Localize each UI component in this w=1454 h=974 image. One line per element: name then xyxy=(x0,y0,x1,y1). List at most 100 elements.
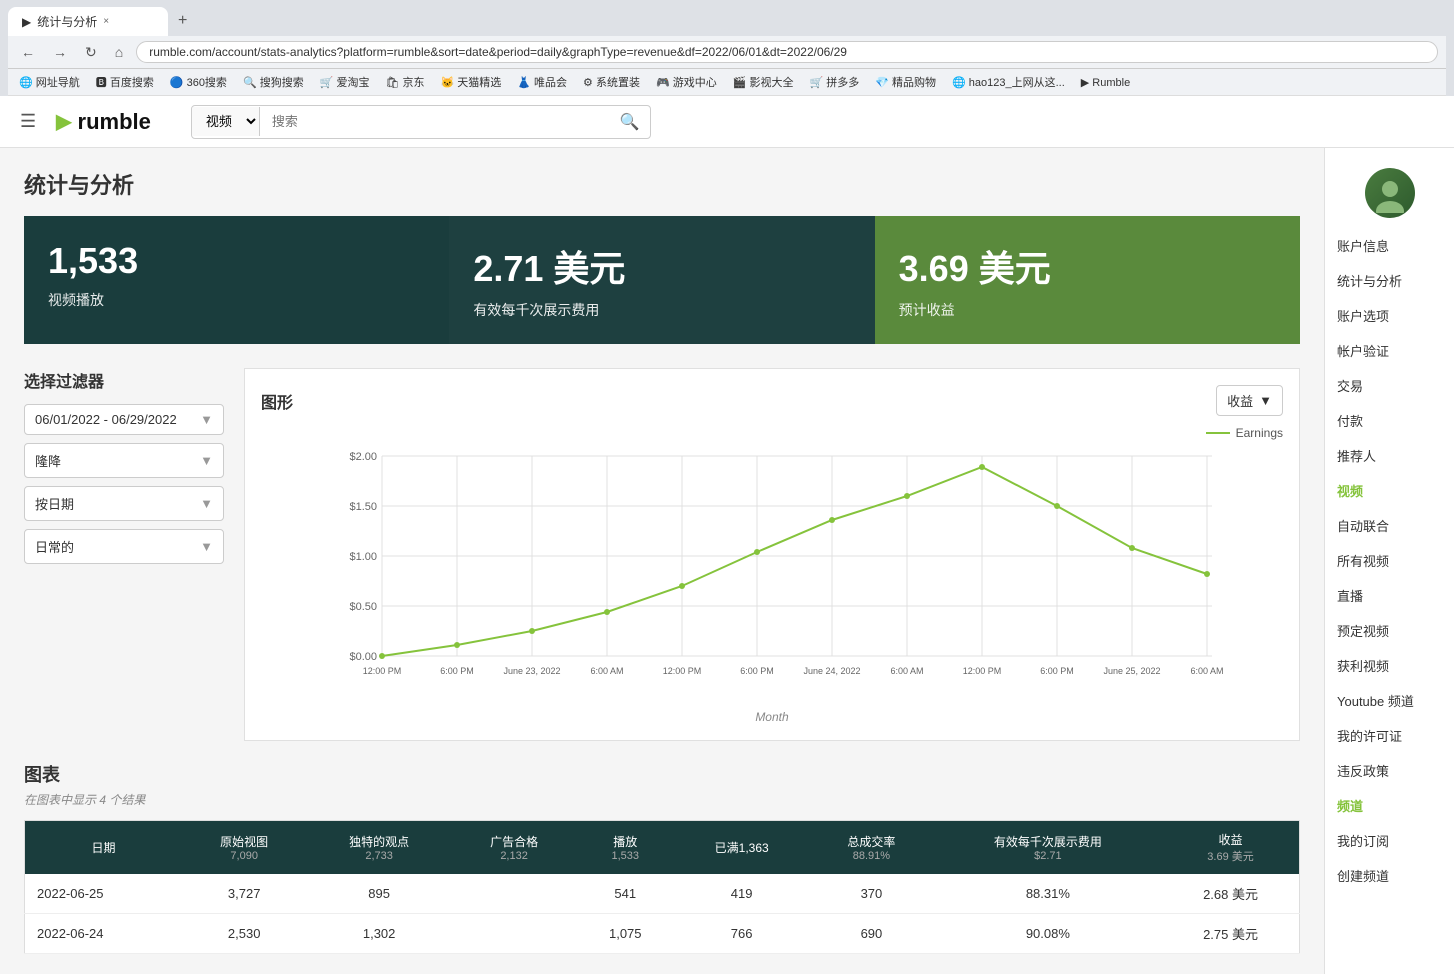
bookmark-jd[interactable]: 🛍 京东 xyxy=(382,73,427,91)
bookmark-movies[interactable]: 🎬 影视大全 xyxy=(730,73,797,91)
sidebar-item-livestream[interactable]: 直播 xyxy=(1325,578,1454,613)
stat-cards: 1,533 视频播放 2.71 美元 有效每千次展示费用 3.69 美元 预计收… xyxy=(24,216,1300,344)
logo[interactable]: ▶ rumble xyxy=(56,109,151,135)
sort-value: 按日期 xyxy=(35,494,74,513)
platform-filter[interactable]: 隆降 ▼ xyxy=(24,443,224,478)
forward-btn[interactable]: → xyxy=(48,42,72,62)
search-category-select[interactable]: 视频 xyxy=(192,107,260,136)
col-header-revenue: 收益 3.69 美元 xyxy=(1162,821,1299,875)
sidebar-item-policy[interactable]: 违反政策 xyxy=(1325,753,1454,788)
svg-text:6:00 PM: 6:00 PM xyxy=(1040,666,1074,676)
table-body: 2022-06-25 3,727 895 541 419 370 88.31% … xyxy=(25,874,1300,954)
sidebar-item-licenses[interactable]: 我的许可证 xyxy=(1325,718,1454,753)
bookmark-games[interactable]: 🎮 游戏中心 xyxy=(653,73,720,91)
row1-ecpm: 2.68 美元 xyxy=(1162,874,1299,914)
row1-fill-rate: 370 xyxy=(809,874,934,914)
chart-title: 图形 xyxy=(261,389,293,413)
table-subtitle: 在图表中显示 4 个结果 xyxy=(24,791,1300,808)
page-title: 统计与分析 xyxy=(24,168,1300,200)
new-tab-btn[interactable]: + xyxy=(168,6,197,36)
table-title: 图表 xyxy=(24,761,1300,787)
sidebar-item-videos[interactable]: 视频 xyxy=(1325,473,1454,508)
sidebar-item-channel[interactable]: 频道 xyxy=(1325,788,1454,823)
url-input[interactable]: rumble.com/account/stats-analytics?platf… xyxy=(136,41,1438,63)
page-wrapper: 统计与分析 1,533 视频播放 2.71 美元 有效每千次展示费用 3.69 … xyxy=(0,148,1454,974)
sidebar-item-account-verify[interactable]: 帐户验证 xyxy=(1325,333,1454,368)
logo-icon: ▶ xyxy=(56,109,71,134)
bookmark-360[interactable]: 🔵 360搜索 xyxy=(167,73,230,91)
stat-card-revenue: 3.69 美元 预计收益 xyxy=(875,216,1300,344)
bookmark-nav[interactable]: 🌐 网址导航 xyxy=(16,73,83,91)
chart-type-select[interactable]: 收益 ▼ xyxy=(1216,385,1283,416)
bookmark-hao123[interactable]: 🌐 hao123_上网从这... xyxy=(949,73,1068,91)
back-btn[interactable]: ← xyxy=(16,42,40,62)
bookmark-pdd[interactable]: 🛒 拼多多 xyxy=(806,73,862,91)
sidebar-item-account-options[interactable]: 账户选项 xyxy=(1325,298,1454,333)
search-button[interactable]: 🔍 xyxy=(610,106,650,138)
sidebar-item-scheduled[interactable]: 预定视频 xyxy=(1325,613,1454,648)
svg-text:6:00 PM: 6:00 PM xyxy=(440,666,474,676)
bookmark-tmall[interactable]: 🐱 天猫精选 xyxy=(438,73,505,91)
chart-legend: Earnings xyxy=(261,426,1283,440)
bookmark-shop[interactable]: 💎 精品购物 xyxy=(872,73,939,91)
sort-filter[interactable]: 按日期 ▼ xyxy=(24,486,224,521)
svg-text:12:00 PM: 12:00 PM xyxy=(663,666,702,676)
sidebar-item-payments[interactable]: 付款 xyxy=(1325,403,1454,438)
svg-text:6:00 AM: 6:00 AM xyxy=(890,666,923,676)
sidebar-item-stats[interactable]: 统计与分析 xyxy=(1325,263,1454,298)
stat-card-ecpm: 2.71 美元 有效每千次展示费用 xyxy=(449,216,874,344)
right-sidebar: 账户信息 统计与分析 账户选项 帐户验证 交易 付款 推荐人 视频 自动联合 所… xyxy=(1324,148,1454,974)
sidebar-item-create-channel[interactable]: 创建频道 xyxy=(1325,858,1454,893)
date-range-filter[interactable]: 06/01/2022 - 06/29/2022 ▼ xyxy=(24,404,224,435)
stat-views-value: 1,533 xyxy=(48,240,425,282)
stat-ecpm-value: 2.71 美元 xyxy=(473,240,850,292)
search-input[interactable] xyxy=(260,108,610,135)
bookmark-sys[interactable]: ⚙ 系统置装 xyxy=(580,73,643,91)
avatar xyxy=(1365,168,1415,218)
sidebar-item-youtube[interactable]: Youtube 频道 xyxy=(1325,683,1454,718)
date-range-value: 06/01/2022 - 06/29/2022 xyxy=(35,412,177,427)
table-section: 图表 在图表中显示 4 个结果 日期 原始视图 7,090 独特的观点 xyxy=(24,761,1300,954)
bookmark-baidu[interactable]: 🅱 百度搜索 xyxy=(93,73,157,91)
bookmark-sogou[interactable]: 🔍 搜狗搜索 xyxy=(240,73,307,91)
svg-text:June 23, 2022: June 23, 2022 xyxy=(503,666,560,676)
hamburger-icon[interactable]: ☰ xyxy=(20,111,36,132)
sidebar-item-auto-syndication[interactable]: 自动联合 xyxy=(1325,508,1454,543)
bookmark-taobao[interactable]: 🛒 爱淘宝 xyxy=(317,73,373,91)
sidebar-item-all-videos[interactable]: 所有视频 xyxy=(1325,543,1454,578)
period-value: 日常的 xyxy=(35,537,74,556)
row1-plays: 541 xyxy=(576,874,674,914)
main-content: 统计与分析 1,533 视频播放 2.71 美元 有效每千次展示费用 3.69 … xyxy=(0,148,1324,974)
active-tab[interactable]: ▶ 统计与分析 × xyxy=(8,7,168,36)
svg-text:6:00 PM: 6:00 PM xyxy=(740,666,774,676)
refresh-btn[interactable]: ↻ xyxy=(80,42,102,63)
col-header-unique-views: 独特的观点 2,733 xyxy=(306,821,451,875)
svg-text:$1.00: $1.00 xyxy=(349,551,377,563)
bookmarks-bar: 🌐 网址导航 🅱 百度搜索 🔵 360搜索 🔍 搜狗搜索 🛒 爱淘宝 🛍 京东 … xyxy=(8,69,1446,96)
sidebar-item-monetized[interactable]: 获利视频 xyxy=(1325,648,1454,683)
legend-label: Earnings xyxy=(1236,426,1283,440)
bookmark-rumble[interactable]: ▶ Rumble xyxy=(1078,75,1133,90)
col-header-ad-eligible: 广告合格 2,132 xyxy=(452,821,577,875)
row1-ad-eligible xyxy=(452,874,577,914)
svg-text:$0.50: $0.50 xyxy=(349,601,377,613)
stat-card-views: 1,533 视频播放 xyxy=(24,216,449,344)
tab-close-btn[interactable]: × xyxy=(103,16,109,27)
sidebar-item-transactions[interactable]: 交易 xyxy=(1325,368,1454,403)
col-header-plays: 播放 1,533 xyxy=(576,821,674,875)
bookmark-vipshop[interactable]: 👗 唯品会 xyxy=(514,73,570,91)
table-row: 2022-06-25 3,727 895 541 419 370 88.31% … xyxy=(25,874,1300,914)
period-filter[interactable]: 日常的 ▼ xyxy=(24,529,224,564)
sidebar-item-account-info[interactable]: 账户信息 xyxy=(1325,228,1454,263)
top-nav: ☰ ▶ rumble 视频 🔍 xyxy=(0,96,1454,148)
col-header-conversion: 总成交率 88.91% xyxy=(809,821,934,875)
sidebar-item-referrals[interactable]: 推荐人 xyxy=(1325,438,1454,473)
svg-text:$0.00: $0.00 xyxy=(349,651,377,663)
tab-favicon: ▶ xyxy=(22,15,31,29)
col-header-ecpm: 有效每千次展示费用 $2.71 xyxy=(934,821,1162,875)
sidebar-item-subscriptions[interactable]: 我的订阅 xyxy=(1325,823,1454,858)
chart-type-value: 收益 xyxy=(1227,391,1253,410)
row1-raw-views: 3,727 xyxy=(182,874,307,914)
logo-text: rumble xyxy=(78,109,151,135)
home-btn[interactable]: ⌂ xyxy=(110,42,128,62)
